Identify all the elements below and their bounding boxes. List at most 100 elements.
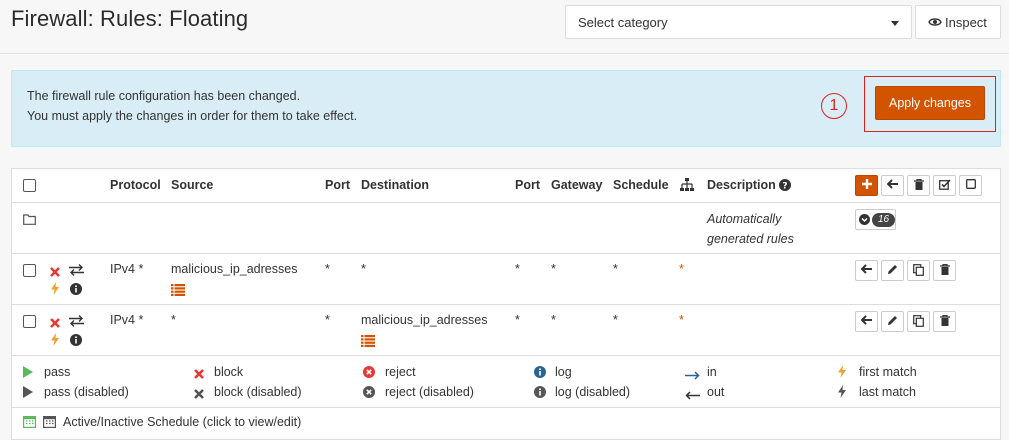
- legend-log: log: [555, 365, 572, 379]
- alert-line-2: You must apply the changes in order for …: [27, 109, 358, 123]
- col-port: Port: [325, 178, 350, 192]
- source-cell: *: [171, 313, 176, 327]
- block-icon[interactable]: [50, 264, 60, 282]
- destination-port-cell: *: [515, 313, 520, 327]
- rules-panel: Protocol Source Port Destination Port Ga…: [11, 168, 1001, 440]
- protocol-cell: IPv4 *: [110, 313, 144, 327]
- legend-log-disabled: log (disabled): [555, 385, 631, 399]
- col-description: Description: [707, 178, 776, 192]
- edit-rule-button[interactable]: [881, 260, 904, 281]
- category-select-value: Select category: [578, 15, 668, 30]
- info-icon[interactable]: [70, 282, 82, 300]
- legend-pass: pass: [44, 365, 71, 379]
- direction-any-icon: [69, 314, 84, 332]
- direction-any-icon: [69, 263, 84, 281]
- arrow-right-icon: [685, 367, 700, 385]
- sitemap-icon: [680, 178, 694, 196]
- svg-text:?: ?: [782, 182, 787, 192]
- block-icon[interactable]: [50, 315, 60, 333]
- page-header: Firewall: Rules: Floating Select categor…: [0, 0, 1009, 54]
- legend-schedule-note: Active/Inactive Schedule (click to view/…: [63, 415, 302, 429]
- reject-disabled-icon: [363, 385, 375, 403]
- move-button[interactable]: [881, 175, 904, 196]
- add-rule-button[interactable]: [855, 175, 878, 196]
- edit-rule-button[interactable]: [881, 311, 904, 332]
- destination-cell: *: [361, 262, 366, 276]
- col-gateway: Gateway: [551, 178, 603, 192]
- legend-out: out: [707, 385, 725, 399]
- protocol-cell: IPv4 *: [110, 262, 144, 276]
- legend-reject: reject: [385, 365, 416, 379]
- schedule-cell: *: [613, 313, 618, 327]
- changes-alert: The firewall rule configuration has been…: [11, 70, 1001, 147]
- select-all-checkbox[interactable]: [23, 179, 36, 192]
- queue-cell: *: [679, 313, 684, 327]
- calendar-inactive-icon: [43, 415, 57, 433]
- divider: [12, 304, 1000, 305]
- callout-number: 1: [821, 93, 847, 119]
- copy-rule-button[interactable]: [907, 260, 930, 281]
- log-disabled-icon: [534, 385, 546, 403]
- destination-cell[interactable]: malicious_ip_adresses: [361, 313, 487, 327]
- pass-icon: [23, 365, 33, 383]
- folder-icon[interactable]: [23, 212, 36, 230]
- eye-icon: [928, 16, 942, 31]
- expand-group-button[interactable]: 16: [855, 209, 896, 230]
- rule-count-badge: 16: [872, 213, 896, 227]
- info-icon[interactable]: [70, 333, 82, 351]
- destination-port-cell: *: [515, 262, 520, 276]
- col-protocol: Protocol: [110, 178, 161, 192]
- first-match-legend-icon: [838, 365, 846, 383]
- disable-selected-button[interactable]: [959, 175, 982, 196]
- reject-icon: [363, 365, 375, 383]
- legend-in: in: [707, 365, 717, 379]
- col-schedule: Schedule: [613, 178, 669, 192]
- col-destination: Destination: [361, 178, 430, 192]
- legend-reject-disabled: reject (disabled): [385, 385, 474, 399]
- move-rule-button[interactable]: [855, 311, 878, 332]
- pass-disabled-icon: [23, 385, 33, 403]
- log-icon: [534, 365, 546, 383]
- first-match-icon: [51, 282, 59, 300]
- col-port-2: Port: [515, 178, 540, 192]
- apply-changes-button[interactable]: Apply changes: [875, 86, 985, 120]
- source-cell[interactable]: malicious_ip_adresses: [171, 262, 297, 276]
- inspect-label: Inspect: [945, 15, 987, 30]
- delete-rule-button[interactable]: [933, 260, 956, 281]
- legend-block: block: [214, 365, 244, 379]
- legend-block-disabled: block (disabled): [214, 385, 302, 399]
- col-source: Source: [171, 178, 214, 192]
- row-checkbox[interactable]: [23, 264, 36, 277]
- block-legend-icon: [194, 366, 204, 384]
- last-match-icon: [838, 385, 846, 403]
- legend-last-match: last match: [859, 385, 916, 399]
- group-description-2: generated rules: [707, 232, 794, 246]
- legend-first-match: first match: [859, 365, 917, 379]
- gateway-cell: *: [551, 262, 556, 276]
- divider: [12, 355, 1000, 356]
- source-port-cell: *: [325, 262, 330, 276]
- page-title: Firewall: Rules: Floating: [11, 6, 249, 31]
- arrow-left-icon: [685, 387, 700, 405]
- move-rule-button[interactable]: [855, 260, 878, 281]
- legend-pass-disabled: pass (disabled): [44, 385, 129, 399]
- alias-list-icon[interactable]: [361, 334, 375, 352]
- divider: [12, 407, 1000, 408]
- block-disabled-icon: [194, 386, 204, 404]
- inspect-button[interactable]: Inspect: [915, 5, 1001, 39]
- row-checkbox[interactable]: [23, 315, 36, 328]
- category-select[interactable]: Select category: [565, 5, 912, 39]
- enable-selected-button[interactable]: [933, 175, 956, 196]
- alias-list-icon[interactable]: [171, 283, 185, 301]
- calendar-active-icon: [23, 415, 37, 433]
- delete-selected-button[interactable]: [907, 175, 930, 196]
- help-icon[interactable]: ?: [779, 178, 791, 196]
- delete-rule-button[interactable]: [933, 311, 956, 332]
- alert-line-1: The firewall rule configuration has been…: [27, 89, 301, 103]
- gateway-cell: *: [551, 313, 556, 327]
- schedule-cell: *: [613, 262, 618, 276]
- source-port-cell: *: [325, 313, 330, 327]
- divider: [12, 202, 1000, 203]
- queue-cell: *: [679, 262, 684, 276]
- copy-rule-button[interactable]: [907, 311, 930, 332]
